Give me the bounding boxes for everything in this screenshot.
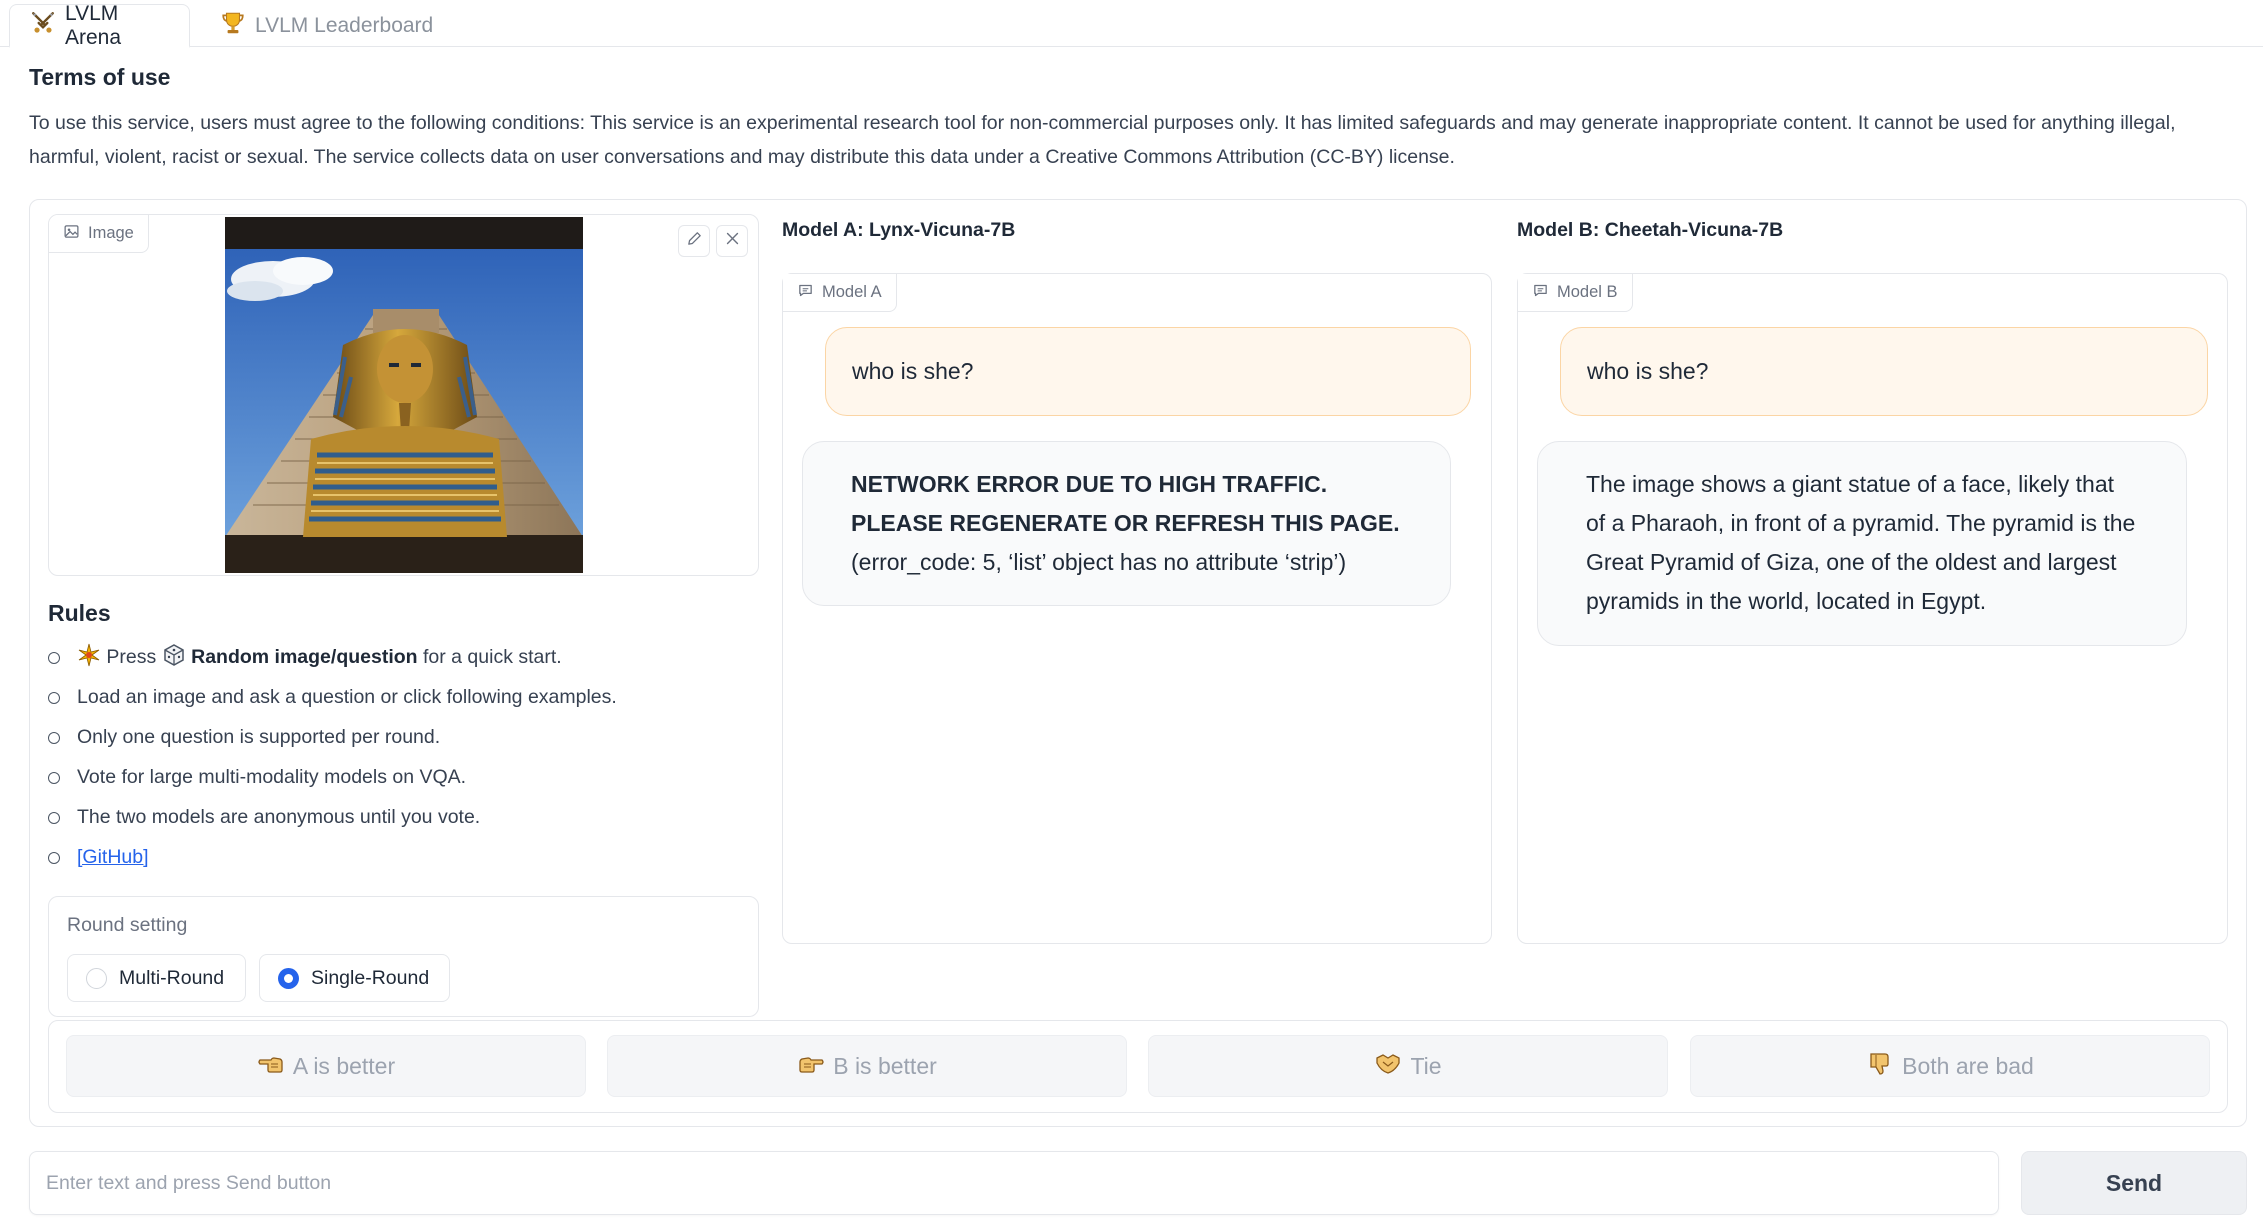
rule-random-label: Random image/question xyxy=(191,646,418,668)
thumbs-down-icon xyxy=(1866,1049,1894,1083)
a-is-better-button[interactable]: A is better xyxy=(66,1035,586,1097)
image-label: Image xyxy=(88,224,134,242)
radio-checked xyxy=(278,967,299,989)
list-item: [GitHub] xyxy=(48,837,748,877)
image-label-chip: Image xyxy=(49,215,149,253)
user-message: who is she? xyxy=(1560,327,2208,416)
list-item: The two models are anonymous until you v… xyxy=(48,797,748,837)
user-message: who is she? xyxy=(825,327,1471,416)
terms-text: To use this service, users must agree to… xyxy=(29,112,2176,168)
round-setting: Round setting Multi-Round Single-Round xyxy=(48,896,759,1017)
terms-title: Terms of use xyxy=(29,64,171,90)
bot-message-text: The image shows a giant statue of a face… xyxy=(1586,471,2136,614)
user-message-text: who is she? xyxy=(852,358,974,384)
uploaded-image xyxy=(225,217,583,573)
vote-label: B is better xyxy=(833,1052,937,1079)
error-message-detail: (error_code: 5, ‘list’ object has no att… xyxy=(851,549,1347,575)
rule-text: The two models are anonymous until you v… xyxy=(77,806,481,828)
sparkle-icon xyxy=(77,641,101,667)
list-item: Vote for large multi-modality models on … xyxy=(48,757,748,797)
model-a-chatbot: Model A who is she? NETWORK ERROR DUE TO… xyxy=(782,273,1492,944)
radio-label: Multi-Round xyxy=(119,966,225,989)
rules-list: Press Random image/question for a quick … xyxy=(48,637,748,877)
message-input[interactable] xyxy=(29,1151,1999,1215)
vote-label: Both are bad xyxy=(1902,1052,2034,1079)
image-upload[interactable]: Image xyxy=(48,214,759,576)
model-b-chatbot: Model B who is she? The image shows a gi… xyxy=(1517,273,2228,944)
pencil-icon xyxy=(686,230,703,252)
error-message-bold: NETWORK ERROR DUE TO HIGH TRAFFIC. PLEAS… xyxy=(851,471,1400,536)
tab-lvlm-arena[interactable]: LVLM Arena xyxy=(9,1,190,49)
close-icon xyxy=(724,230,741,252)
model-a-chip: Model A xyxy=(783,274,897,312)
handshake-icon xyxy=(1374,1049,1402,1083)
send-button[interactable]: Send xyxy=(2021,1151,2247,1215)
lvlm-arena-app: LVLM Arena LVLM Leaderboard Terms of use… xyxy=(0,0,2263,1232)
rule-text: Load an image and ask a question or clic… xyxy=(77,686,617,708)
tab-label: LVLM Leaderboard xyxy=(255,14,434,37)
round-setting-label: Round setting xyxy=(67,914,188,936)
edit-image-button[interactable] xyxy=(678,225,710,257)
single-round-radio[interactable]: Single-Round xyxy=(259,954,450,1002)
github-link[interactable]: [GitHub] xyxy=(77,846,149,868)
vote-label: Tie xyxy=(1410,1052,1442,1079)
model-a-title: Model A: Lynx-Vicuna-7B xyxy=(782,219,1016,241)
vote-label: A is better xyxy=(292,1052,396,1079)
bot-message: The image shows a giant statue of a face… xyxy=(1537,441,2187,646)
rules-title: Rules xyxy=(48,600,111,626)
chat-icon xyxy=(797,282,814,304)
model-a-chip-label: Model A xyxy=(822,283,882,301)
list-item: Press Random image/question for a quick … xyxy=(48,637,748,677)
multi-round-radio[interactable]: Multi-Round xyxy=(67,954,246,1002)
hand-pointing-right-icon xyxy=(797,1049,825,1083)
both-are-bad-button[interactable]: Both are bad xyxy=(1690,1035,2210,1097)
user-message-text: who is she? xyxy=(1587,358,1709,384)
model-b-chip: Model B xyxy=(1518,274,1633,312)
radio-label: Single-Round xyxy=(311,966,430,989)
radio-unchecked xyxy=(86,967,107,989)
tab-lvlm-leaderboard[interactable]: LVLM Leaderboard xyxy=(200,4,453,48)
trophy-icon xyxy=(220,10,246,42)
dice-icon xyxy=(162,641,186,666)
rule-quickstart-text: for a quick start. xyxy=(423,646,562,668)
chat-icon xyxy=(1532,282,1549,304)
tab-label: LVLM Arena xyxy=(65,1,122,49)
rule-press-text: Press xyxy=(106,646,157,668)
model-b-title: Model B: Cheetah-Vicuna-7B xyxy=(1517,219,1784,241)
b-is-better-button[interactable]: B is better xyxy=(607,1035,1127,1097)
model-b-chip-label: Model B xyxy=(1557,283,1618,301)
vote-bar: A is better B is better Tie Both are bad xyxy=(48,1020,2228,1113)
rule-text: Only one question is supported per round… xyxy=(77,726,441,748)
bot-message: NETWORK ERROR DUE TO HIGH TRAFFIC. PLEAS… xyxy=(802,441,1451,606)
rule-text: Vote for large multi-modality models on … xyxy=(77,766,467,788)
crossed-swords-icon xyxy=(30,10,56,42)
image-tools xyxy=(678,225,748,257)
clear-image-button[interactable] xyxy=(716,225,748,257)
list-item: Only one question is supported per round… xyxy=(48,717,748,757)
hand-pointing-left-icon xyxy=(257,1049,285,1083)
tie-button[interactable]: Tie xyxy=(1148,1035,1668,1097)
list-item: Load an image and ask a question or clic… xyxy=(48,677,748,717)
tab-bar: LVLM Arena LVLM Leaderboard xyxy=(0,0,2263,49)
image-icon xyxy=(63,223,80,245)
